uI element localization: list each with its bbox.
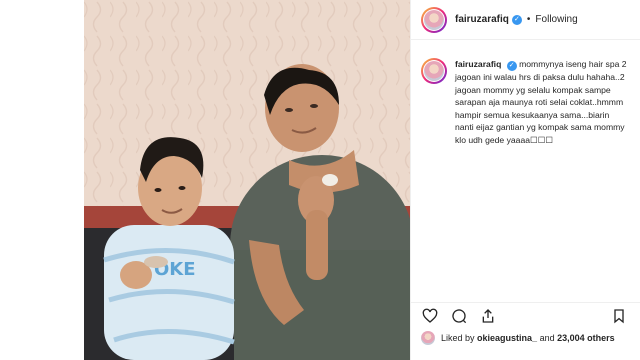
avatar-image (424, 9, 444, 30)
likes-count[interactable]: 23,004 others (557, 333, 615, 343)
following-button[interactable]: Following (535, 14, 577, 25)
liker-avatar[interactable] (421, 331, 435, 345)
share-icon (482, 308, 494, 323)
liker-username[interactable]: okieagustina_ (477, 333, 537, 343)
save-button[interactable] (610, 307, 628, 325)
likes-prefix: Liked by (441, 333, 475, 343)
comment-button[interactable] (450, 307, 468, 325)
caption-username[interactable]: fairuzarafiq (455, 59, 501, 69)
action-bar (411, 302, 640, 328)
author-username[interactable]: fairuzarafiq (455, 14, 509, 25)
caption-block: fairuzarafiq ✓ mommynya iseng hair spa 2… (411, 40, 640, 147)
caption-text: fairuzarafiq ✓ mommynya iseng hair spa 2… (455, 58, 630, 147)
photo-illustration: OKE (84, 0, 410, 360)
author-avatar[interactable] (421, 6, 447, 33)
post-photo[interactable]: OKE (84, 0, 410, 360)
post-side-panel: fairuzarafiq ✓ • Following fairuzarafiq … (410, 0, 640, 360)
verified-badge-icon: ✓ (511, 14, 522, 25)
like-button[interactable] (421, 307, 439, 325)
header-separator: • (526, 14, 531, 25)
likes-and: and (539, 333, 555, 343)
caption-author-avatar[interactable] (421, 58, 447, 84)
share-button[interactable] (479, 307, 497, 325)
heart-icon (422, 308, 438, 323)
verified-badge-icon: ✓ (506, 61, 517, 71)
avatar-image (421, 331, 435, 345)
caption-body: mommynya iseng hair spa 2 jagoan ini wal… (455, 59, 627, 145)
avatar-image (424, 61, 444, 81)
post-header: fairuzarafiq ✓ • Following (411, 0, 640, 40)
instagram-post-view: OKE fairuzarafiq ✓ • Following fairuzara… (0, 0, 640, 360)
comment-icon (452, 308, 467, 323)
left-margin (0, 0, 84, 360)
bookmark-icon (614, 308, 624, 323)
likes-summary: Liked by okieagustina_ and 23,004 others (421, 331, 615, 345)
